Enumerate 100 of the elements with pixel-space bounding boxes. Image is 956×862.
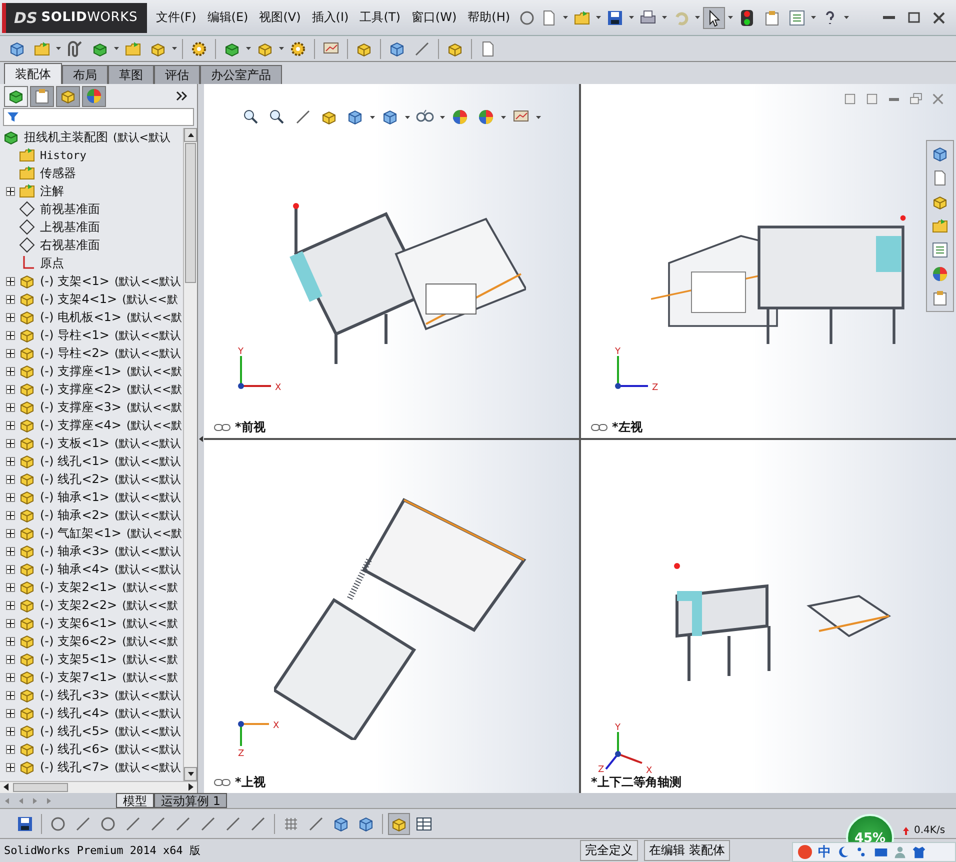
tree-item[interactable]: 支撑座<3> bbox=[58, 398, 122, 416]
expand-toggle[interactable] bbox=[6, 600, 15, 610]
tree-item[interactable]: 原点 bbox=[40, 254, 64, 272]
tree-item[interactable]: 支架5<1> bbox=[58, 650, 118, 668]
expand-toggle[interactable] bbox=[6, 564, 15, 574]
tree-item[interactable]: History bbox=[40, 148, 86, 162]
expand-toggle[interactable] bbox=[6, 708, 15, 718]
sheet-tab[interactable]: 模型 bbox=[116, 793, 154, 808]
menu-item[interactable]: 视图(V) bbox=[254, 6, 306, 29]
menu-item[interactable]: 插入(I) bbox=[306, 6, 354, 29]
suppression-state: (-) bbox=[40, 598, 54, 612]
tree-item[interactable]: 支架2<1> bbox=[58, 578, 118, 596]
horizontal-scrollbar[interactable] bbox=[0, 781, 197, 793]
tree-item[interactable]: 右视基准面 bbox=[40, 236, 100, 254]
expand-toggle[interactable] bbox=[6, 618, 15, 628]
tree-item[interactable]: 支架4<1> bbox=[58, 290, 118, 308]
dropdown-caret-icon bbox=[811, 16, 816, 19]
tree-item[interactable]: 支架<1> bbox=[58, 272, 110, 290]
viewport[interactable]: X Z *上视 bbox=[204, 440, 579, 793]
tree-item[interactable]: 线孔<2> bbox=[58, 470, 110, 488]
configuration-text: (默认<<默 bbox=[122, 598, 178, 612]
tree-item[interactable]: 上视基准面 bbox=[40, 218, 100, 236]
tree-item[interactable]: 注解 bbox=[40, 182, 64, 200]
tree-item[interactable]: 前视基准面 bbox=[40, 200, 100, 218]
expand-toggle[interactable] bbox=[6, 348, 15, 358]
property-tab[interactable] bbox=[30, 86, 54, 106]
tree-item[interactable]: 线孔<4> bbox=[58, 704, 110, 722]
configuration-text: (默认<<默认 bbox=[114, 562, 182, 576]
viewport[interactable]: Y X *前视 bbox=[204, 84, 579, 438]
expand-toggle[interactable] bbox=[6, 528, 15, 538]
tree-item[interactable]: 导柱<2> bbox=[58, 344, 110, 362]
tree-item[interactable]: 扭线机主装配图 bbox=[24, 128, 108, 146]
tree-item[interactable]: 支架2<2> bbox=[58, 596, 118, 614]
viewport[interactable]: Y Z *左视 bbox=[581, 84, 956, 438]
expand-toggle[interactable] bbox=[6, 312, 15, 322]
expand-toggle[interactable] bbox=[6, 402, 15, 412]
tree-item[interactable]: 轴承<3> bbox=[58, 542, 110, 560]
tree-item[interactable]: 线孔<7> bbox=[58, 758, 110, 776]
menu-item[interactable]: 工具(T) bbox=[354, 6, 406, 29]
input-mode[interactable]: 中 bbox=[818, 843, 831, 861]
tree-item[interactable]: 支架6<1> bbox=[58, 614, 118, 632]
tree-item[interactable]: 轴承<4> bbox=[58, 560, 110, 578]
expand-toggle[interactable] bbox=[6, 420, 15, 430]
tree-item[interactable]: 支撑座<2> bbox=[58, 380, 122, 398]
scrollbar-thumb[interactable] bbox=[185, 143, 196, 283]
expand-toggle[interactable] bbox=[6, 384, 15, 394]
tree-item[interactable]: 线孔<3> bbox=[58, 686, 110, 704]
menu-item[interactable]: 帮助(H) bbox=[462, 6, 516, 29]
expand-toggle[interactable] bbox=[6, 456, 15, 466]
tree-item[interactable]: 轴承<1> bbox=[58, 488, 110, 506]
tree-item[interactable]: 线孔<5> bbox=[58, 722, 110, 740]
save-icon bbox=[606, 8, 624, 26]
sheet-tab[interactable]: 运动算例 1 bbox=[154, 793, 228, 808]
expand-toggle[interactable] bbox=[6, 726, 15, 736]
filter-field[interactable] bbox=[3, 108, 194, 126]
command-tab[interactable]: 装配体 bbox=[4, 63, 62, 84]
configuration-text: (默认<<默 bbox=[126, 364, 182, 378]
expand-toggle[interactable] bbox=[6, 492, 15, 502]
expand-toggle[interactable] bbox=[6, 672, 15, 682]
tree-item[interactable]: 导柱<1> bbox=[58, 326, 110, 344]
menu-item[interactable]: 窗口(W) bbox=[406, 6, 462, 29]
feature-tree-tab[interactable] bbox=[4, 86, 28, 106]
expand-toggle[interactable] bbox=[6, 546, 15, 556]
tree-item[interactable]: 电机板<1> bbox=[58, 308, 122, 326]
command-tab[interactable]: 布局 bbox=[62, 65, 108, 84]
expand-toggle[interactable] bbox=[6, 438, 15, 448]
tree-item[interactable]: 支架7<1> bbox=[58, 668, 118, 686]
expand-toggle[interactable] bbox=[6, 762, 15, 772]
scrollbar-track[interactable] bbox=[183, 128, 197, 781]
tree-item[interactable]: 气缸架<1> bbox=[58, 524, 122, 542]
expand-toggle[interactable] bbox=[6, 330, 15, 340]
expand-toggle[interactable] bbox=[6, 636, 15, 646]
color-ball-icon bbox=[931, 265, 949, 283]
expand-toggle[interactable] bbox=[6, 744, 15, 754]
tree-item[interactable]: 支撑座<4> bbox=[58, 416, 122, 434]
tree-item[interactable]: 传感器 bbox=[40, 164, 76, 182]
expand-toggle[interactable] bbox=[6, 276, 15, 286]
menu-item[interactable]: 文件(F) bbox=[151, 6, 202, 29]
expand-toggle[interactable] bbox=[6, 366, 15, 376]
command-tab[interactable]: 草图 bbox=[108, 65, 154, 84]
expand-toggle[interactable] bbox=[6, 186, 15, 196]
appearance-tab[interactable] bbox=[82, 86, 106, 106]
configuration-tab[interactable] bbox=[56, 86, 80, 106]
command-tab[interactable]: 办公室产品 bbox=[200, 65, 282, 84]
expand-toggle[interactable] bbox=[6, 654, 15, 664]
viewport[interactable]: Y Z X *上下二等角轴测 bbox=[581, 440, 956, 793]
expand-toggle[interactable] bbox=[6, 690, 15, 700]
tree-item[interactable]: 支撑座<1> bbox=[58, 362, 122, 380]
tree-item[interactable]: 线孔<1> bbox=[58, 452, 110, 470]
select-button[interactable] bbox=[703, 6, 726, 28]
expand-toggle[interactable] bbox=[6, 582, 15, 592]
expand-toggle[interactable] bbox=[6, 474, 15, 484]
menu-item[interactable]: 编辑(E) bbox=[202, 6, 254, 29]
expand-toggle[interactable] bbox=[6, 510, 15, 520]
command-tab[interactable]: 评估 bbox=[154, 65, 200, 84]
tree-item[interactable]: 线孔<6> bbox=[58, 740, 110, 758]
tree-item[interactable]: 支板<1> bbox=[58, 434, 110, 452]
expand-toggle[interactable] bbox=[6, 294, 15, 304]
tree-item[interactable]: 支架6<2> bbox=[58, 632, 118, 650]
tree-item[interactable]: 轴承<2> bbox=[58, 506, 110, 524]
